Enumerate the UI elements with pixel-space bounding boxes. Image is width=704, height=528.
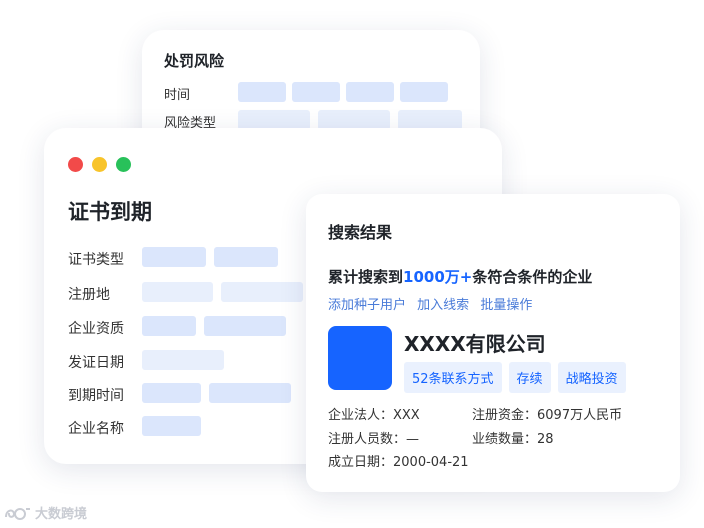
result-section-title: 搜索结果 [328, 223, 393, 242]
penalty-time-option[interactable] [346, 82, 394, 102]
add-seed-user-link[interactable]: 添加种子用户 [328, 298, 406, 313]
cert-expiry-option[interactable] [142, 383, 201, 403]
cert-expiry-option[interactable] [209, 383, 291, 403]
penalty-time-option[interactable] [238, 82, 286, 102]
summary-prefix: 累计搜索到 [328, 268, 404, 286]
investment-tag[interactable]: 战略投资 [557, 362, 626, 393]
cert-type-option[interactable] [214, 247, 278, 267]
registered-capital-info: 注册资金：6097万人民币 [472, 408, 623, 423]
penalty-risk-type-option[interactable] [318, 110, 390, 130]
cert-qualification-option[interactable] [204, 316, 286, 336]
watermark: 大数跨境 [4, 503, 87, 522]
cert-card-title: 证书到期 [68, 200, 152, 224]
cert-issue-date-option[interactable] [142, 350, 224, 370]
add-lead-link[interactable]: 加入线索 [417, 298, 469, 313]
contact-count-tag[interactable]: 52条联系方式 [404, 362, 502, 393]
penalty-risk-type-option[interactable] [238, 110, 310, 130]
cert-qualification-option[interactable] [142, 316, 196, 336]
founded-date-info: 成立日期：2000-04-21 [328, 455, 469, 470]
penalty-card-title: 处罚风险 [164, 52, 225, 70]
cert-field-company-label: 企业名称 [68, 421, 124, 437]
cert-field-qualification-label: 企业资质 [68, 321, 124, 337]
watermark-logo-icon [4, 505, 32, 521]
company-logo [328, 326, 392, 390]
cert-region-option[interactable] [221, 282, 303, 302]
cert-field-type-label: 证书类型 [68, 252, 124, 268]
cert-type-option[interactable] [142, 247, 206, 267]
cert-region-option[interactable] [142, 282, 213, 302]
result-actions: 添加种子用户 加入线索 批量操作 [328, 294, 539, 313]
window-minimize-button[interactable] [92, 157, 107, 172]
penalty-field-time-label: 时间 [164, 88, 191, 103]
search-result-card: 搜索结果 累计搜索到1000万+条符合条件的企业 添加种子用户 加入线索 批量操… [306, 194, 680, 492]
summary-suffix: 条符合条件的企业 [472, 268, 593, 286]
performance-count-info: 业绩数量：28 [472, 432, 554, 447]
company-name[interactable]: XXXX有限公司 [404, 328, 546, 357]
cert-company-option[interactable] [142, 416, 201, 436]
cert-field-region-label: 注册地 [68, 287, 110, 303]
legal-person-info: 企业法人：XXX [328, 408, 420, 423]
status-tag[interactable]: 存续 [508, 362, 551, 393]
cert-field-issue-date-label: 发证日期 [68, 355, 124, 371]
penalty-risk-type-option[interactable] [398, 110, 462, 130]
penalty-time-option[interactable] [400, 82, 448, 102]
cert-field-expiry-label: 到期时间 [68, 388, 124, 404]
result-summary: 累计搜索到1000万+条符合条件的企业 [328, 266, 592, 287]
penalty-time-option[interactable] [292, 82, 340, 102]
insured-staff-info: 注册人员数：— [328, 432, 420, 447]
watermark-text: 大数跨境 [35, 507, 88, 522]
company-tags: 52条联系方式 存续 战略投资 [404, 362, 626, 393]
summary-count: 1000万+ [403, 268, 473, 286]
window-maximize-button[interactable] [116, 157, 131, 172]
batch-operation-link[interactable]: 批量操作 [480, 298, 532, 313]
window-close-button[interactable] [68, 157, 83, 172]
stage: 处罚风险 时间 风险类型 证书到期 证书类型 注册地 企业资质 发证日期 到期时… [0, 0, 704, 528]
